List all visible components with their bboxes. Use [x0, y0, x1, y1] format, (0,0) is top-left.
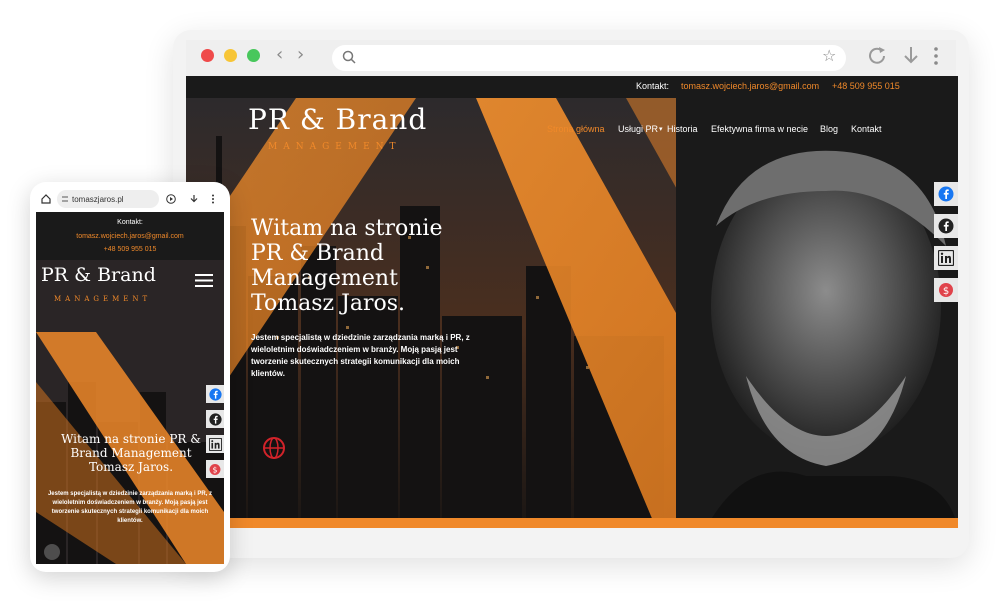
search-icon — [342, 50, 356, 64]
mobile-contact-label: Kontakt: — [117, 219, 143, 226]
close-window-button[interactable] — [201, 49, 214, 62]
star-icon[interactable]: ☆ — [822, 46, 836, 65]
facebook-icon — [208, 412, 222, 426]
mobile-hero-description: Jestem specjalistą w dziedzinie zarządza… — [47, 491, 213, 524]
address-bar[interactable] — [332, 45, 846, 71]
mobile-contact-phone-link[interactable]: +48 509 955 015 — [36, 246, 224, 253]
more-icon[interactable] — [211, 194, 215, 204]
linkedin-button[interactable] — [934, 246, 958, 270]
mobile-logo-subtitle: MANAGEMENT — [54, 295, 152, 303]
money-icon: $ — [939, 283, 953, 297]
chevron-down-icon[interactable]: ▾ — [659, 125, 663, 133]
facebook-icon — [208, 387, 222, 401]
home-icon[interactable] — [41, 194, 51, 204]
nav-history[interactable]: Historia — [667, 124, 698, 134]
nav-contact[interactable]: Kontakt — [851, 124, 882, 134]
linkedin-icon — [938, 250, 954, 266]
nav-services[interactable]: Usługi PR — [618, 124, 658, 134]
download-icon[interactable] — [902, 45, 920, 67]
nav-home[interactable]: Strona główna — [547, 124, 605, 134]
hamburger-menu-icon[interactable] — [195, 274, 213, 287]
mobile-site-logo[interactable]: PR & Brand — [41, 264, 156, 286]
svg-text:$: $ — [943, 286, 949, 297]
payment-button[interactable]: $ — [934, 278, 958, 302]
more-icon[interactable] — [932, 45, 940, 67]
reload-icon[interactable] — [866, 45, 888, 67]
facebook-page-button[interactable] — [934, 214, 958, 238]
contact-label: Kontakt: — [636, 81, 670, 91]
download-icon[interactable] — [189, 194, 199, 204]
contact-phone-link[interactable]: +48 509 955 015 — [832, 81, 900, 91]
website-viewport: Kontakt: tomasz.wojciech.jaros@gmail.com… — [186, 76, 958, 528]
forward-icon[interactable]: › — [297, 44, 304, 65]
phone-url-text: tomaszjaros.pl — [72, 195, 124, 204]
site-info-icon[interactable] — [61, 195, 69, 203]
minimize-window-button[interactable] — [224, 49, 237, 62]
mobile-facebook-button[interactable] — [206, 385, 224, 403]
facebook-icon — [938, 186, 954, 202]
maximize-window-button[interactable] — [247, 49, 260, 62]
phone-viewport: Kontakt: tomasz.wojciech.jaros@gmail.com… — [36, 212, 224, 564]
hero-description: Jestem specjalistą w dziedzinie zarządza… — [251, 333, 470, 378]
facebook-icon — [938, 218, 954, 234]
mobile-hero-title: Witam na stronie PR & Brand Management T… — [61, 432, 201, 474]
hero-title: Witam na stronie PR & Brand Management T… — [251, 216, 443, 316]
accent-strip — [186, 518, 958, 528]
site-logo[interactable]: PR & Brand — [248, 103, 427, 136]
mobile-contact-email-link[interactable]: tomasz.wojciech.jaros@gmail.com — [36, 233, 224, 240]
nav-online[interactable]: Efektywna firma w necie — [711, 124, 808, 134]
mobile-facebook-page-button[interactable] — [206, 410, 224, 428]
facebook-button[interactable] — [934, 182, 958, 206]
nav-blog[interactable]: Blog — [820, 124, 838, 134]
site-logo-subtitle: MANAGEMENT — [268, 142, 402, 152]
back-icon[interactable]: ‹ — [276, 44, 283, 65]
contact-email-link[interactable]: tomasz.wojciech.jaros@gmail.com — [681, 81, 819, 91]
play-icon[interactable] — [166, 194, 176, 204]
